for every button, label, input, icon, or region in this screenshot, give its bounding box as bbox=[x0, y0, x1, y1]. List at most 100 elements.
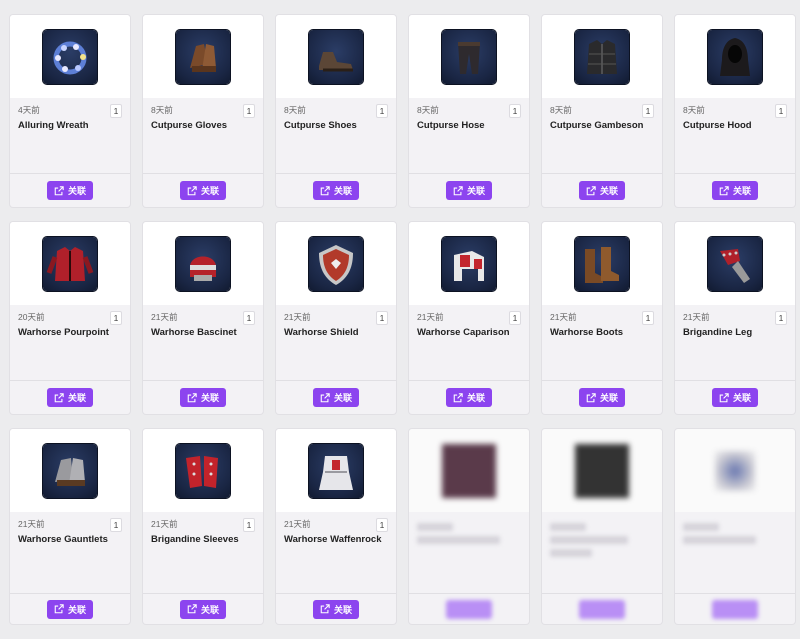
card-footer bbox=[409, 594, 529, 624]
item-name: Warhorse Shield bbox=[284, 327, 359, 338]
item-card[interactable]: 8天前 1 Cutpurse Gloves 关联 bbox=[143, 15, 263, 207]
link-button-label: 关联 bbox=[67, 604, 86, 615]
external-link-icon bbox=[320, 392, 330, 402]
divider bbox=[542, 380, 662, 381]
leather-hose-icon bbox=[442, 29, 496, 84]
item-count-badge: 1 bbox=[110, 518, 122, 532]
item-thumbnail-blurred bbox=[675, 429, 795, 512]
item-thumbnail[interactable] bbox=[10, 222, 130, 305]
link-button[interactable]: 关联 bbox=[179, 181, 226, 200]
link-button-label: 关联 bbox=[200, 186, 219, 196]
item-thumbnail[interactable] bbox=[143, 15, 263, 98]
link-button[interactable]: 关联 bbox=[445, 388, 492, 407]
link-button[interactable]: 关联 bbox=[46, 388, 93, 407]
item-card[interactable]: 4天前 1 Alluring Wreath 关联 bbox=[10, 15, 130, 207]
item-age: 21天前 bbox=[417, 312, 444, 322]
horse-caparison-icon bbox=[442, 236, 496, 291]
link-button[interactable]: 关联 bbox=[312, 388, 359, 407]
item-thumbnail[interactable] bbox=[542, 222, 662, 305]
item-card[interactable]: 8天前 1 Cutpurse Hose 关联 bbox=[409, 15, 529, 207]
flower-wreath-icon bbox=[43, 29, 97, 84]
item-meta: 8天前 1 Cutpurse Shoes bbox=[276, 98, 396, 174]
divider bbox=[143, 593, 263, 594]
item-count-badge: 1 bbox=[775, 104, 787, 118]
item-age: 21天前 bbox=[151, 519, 178, 529]
item-card[interactable]: 8天前 1 Cutpurse Gambeson 关联 bbox=[542, 15, 662, 207]
red-brigandine-sleeves-icon bbox=[176, 443, 230, 498]
item-thumbnail[interactable] bbox=[143, 429, 263, 512]
card-footer: 关联 bbox=[143, 381, 263, 414]
item-meta: 21天前 1 Warhorse Caparison bbox=[409, 305, 529, 381]
item-name: Cutpurse Gambeson bbox=[550, 120, 644, 131]
item-thumbnail[interactable] bbox=[542, 15, 662, 98]
item-card[interactable]: 8天前 1 Cutpurse Hood 关联 bbox=[675, 15, 795, 207]
link-button[interactable]: 关联 bbox=[578, 388, 625, 407]
external-link-icon bbox=[320, 604, 330, 614]
gambeson-icon bbox=[575, 29, 629, 84]
item-thumbnail[interactable] bbox=[675, 222, 795, 305]
divider bbox=[675, 380, 795, 381]
item-name: Warhorse Pourpoint bbox=[18, 327, 109, 338]
link-button[interactable]: 关联 bbox=[179, 388, 226, 407]
item-meta: 8天前 1 Cutpurse Hose bbox=[409, 98, 529, 174]
item-meta: 21天前 1 Warhorse Gauntlets bbox=[10, 512, 130, 594]
item-age: 4天前 bbox=[18, 105, 40, 115]
item-card[interactable]: 20天前 1 Warhorse Pourpoint 关联 bbox=[10, 222, 130, 414]
link-button[interactable]: 关联 bbox=[312, 181, 359, 200]
item-card[interactable]: 21天前 1 Warhorse Shield 关联 bbox=[276, 222, 396, 414]
item-card[interactable]: 21天前 1 Brigandine Leg 关联 bbox=[675, 222, 795, 414]
item-thumbnail[interactable] bbox=[276, 222, 396, 305]
divider bbox=[10, 593, 130, 594]
divider bbox=[10, 173, 130, 174]
item-meta: 21天前 1 Warhorse Waffenrock bbox=[276, 512, 396, 594]
white-waffenrock-icon bbox=[309, 443, 363, 498]
link-button[interactable]: 关联 bbox=[711, 181, 758, 200]
item-count-badge: 1 bbox=[110, 104, 122, 118]
card-footer: 关联 bbox=[276, 381, 396, 414]
item-thumbnail[interactable] bbox=[675, 15, 795, 98]
item-age: 20天前 bbox=[18, 312, 45, 322]
item-thumbnail[interactable] bbox=[276, 15, 396, 98]
card-footer: 关联 bbox=[542, 174, 662, 207]
item-card[interactable]: 21天前 1 Warhorse Gauntlets 关联 bbox=[10, 429, 130, 624]
item-thumbnail[interactable] bbox=[276, 429, 396, 512]
link-button[interactable]: 关联 bbox=[711, 388, 758, 407]
item-thumbnail[interactable] bbox=[143, 222, 263, 305]
item-count-badge: 1 bbox=[376, 518, 388, 532]
external-link-icon bbox=[719, 392, 729, 402]
item-card[interactable]: 21天前 1 Warhorse Bascinet 关联 bbox=[143, 222, 263, 414]
item-thumbnail[interactable] bbox=[10, 429, 130, 512]
item-thumbnail[interactable] bbox=[10, 15, 130, 98]
item-count-badge: 1 bbox=[509, 311, 521, 325]
link-button[interactable]: 关联 bbox=[46, 599, 93, 619]
link-button[interactable]: 关联 bbox=[578, 181, 625, 200]
link-button-label: 关联 bbox=[466, 186, 485, 196]
item-age: 8天前 bbox=[417, 105, 439, 115]
link-button[interactable]: 关联 bbox=[46, 181, 93, 200]
link-button-label: 关联 bbox=[599, 186, 618, 196]
item-name: Brigandine Leg bbox=[683, 327, 753, 338]
item-card[interactable]: 21天前 1 Warhorse Caparison 关联 bbox=[409, 222, 529, 414]
item-count-badge: 1 bbox=[243, 104, 255, 118]
item-thumbnail[interactable] bbox=[409, 15, 529, 98]
link-button[interactable]: 关联 bbox=[445, 181, 492, 200]
leather-shoes-icon bbox=[309, 29, 363, 84]
link-button[interactable]: 关联 bbox=[179, 599, 226, 619]
item-count-badge: 1 bbox=[243, 518, 255, 532]
item-thumbnail[interactable] bbox=[409, 222, 529, 305]
item-name: Warhorse Waffenrock bbox=[284, 534, 382, 545]
item-card[interactable]: 21天前 1 Brigandine Sleeves 关联 bbox=[143, 429, 263, 624]
external-link-icon bbox=[453, 392, 463, 402]
item-card[interactable]: 21天前 1 Warhorse Boots 关联 bbox=[542, 222, 662, 414]
link-button-label: 关联 bbox=[732, 393, 751, 403]
item-card[interactable]: 8天前 1 Cutpurse Shoes 关联 bbox=[276, 15, 396, 207]
link-button[interactable]: 关联 bbox=[312, 599, 359, 619]
item-name: Cutpurse Hose bbox=[417, 120, 485, 131]
link-button-label: 关联 bbox=[599, 393, 618, 403]
external-link-icon bbox=[586, 185, 596, 195]
divider bbox=[675, 593, 795, 594]
external-link-icon bbox=[586, 392, 596, 402]
leather-gloves-icon bbox=[176, 29, 230, 84]
item-age: 21天前 bbox=[550, 312, 577, 322]
item-card[interactable]: 21天前 1 Warhorse Waffenrock 关联 bbox=[276, 429, 396, 624]
